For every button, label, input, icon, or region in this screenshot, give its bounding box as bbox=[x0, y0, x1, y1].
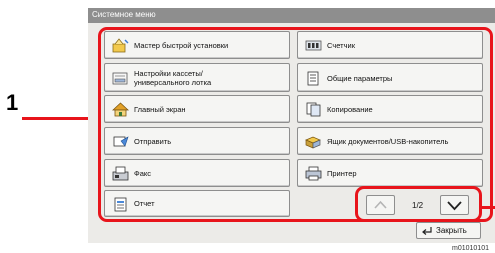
callout-line-pager bbox=[481, 206, 495, 209]
image-code: m01010101 bbox=[452, 245, 489, 252]
title-bar: Системное меню bbox=[88, 8, 495, 23]
return-arrow-icon bbox=[422, 227, 432, 235]
close-button[interactable]: Закрыть bbox=[416, 222, 481, 239]
callout-number-1: 1 bbox=[6, 90, 19, 115]
callout-box-pager bbox=[355, 186, 482, 222]
window-title: Системное меню bbox=[92, 10, 156, 19]
close-label: Закрыть bbox=[436, 226, 467, 235]
